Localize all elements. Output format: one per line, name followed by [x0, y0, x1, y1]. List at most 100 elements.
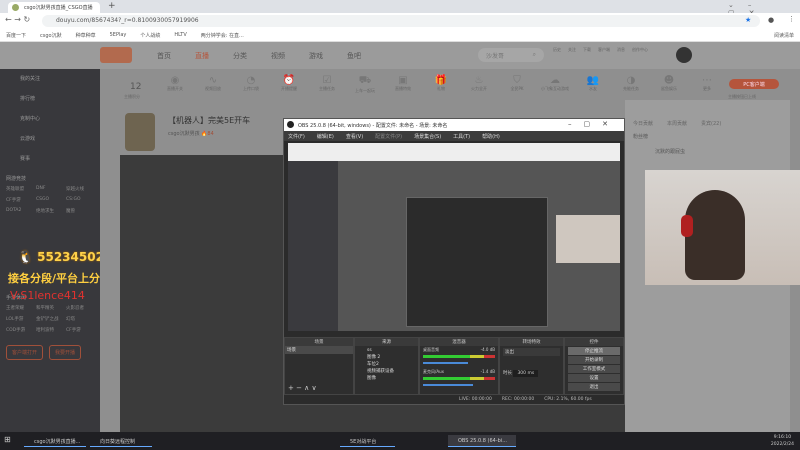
follow-button[interactable]: 关注 [568, 47, 576, 53]
new-tab-icon[interactable]: + [108, 1, 116, 11]
bookmark[interactable]: 个人战绩 [140, 32, 160, 39]
scene-add-remove-icons[interactable]: + − ∧ ∨ [288, 384, 317, 392]
game-link[interactable]: LOL手游 [6, 316, 34, 322]
source-item[interactable]: 视频捕获设备 [367, 368, 418, 375]
search-input[interactable]: 沙发哥 ⌕ [478, 48, 544, 62]
room-tool-button[interactable]: ♨ 火力全开 [464, 75, 494, 94]
user-avatar[interactable] [676, 47, 692, 63]
source-item[interactable]: 车位2 [367, 361, 418, 368]
game-link[interactable]: CS:GO [66, 197, 94, 203]
game-link[interactable]: 幻塔 [66, 316, 94, 322]
obs-menu-item[interactable]: 文件(F) [288, 133, 305, 140]
transition-select[interactable]: 淡出 [503, 348, 560, 356]
room-tool-button[interactable]: 🎁 礼物 [426, 75, 456, 94]
bookmark[interactable]: 种草种草 [76, 32, 96, 39]
nav-yuba[interactable]: 鱼吧 [347, 51, 361, 61]
streamer-name[interactable]: csgo沉默男孩 [168, 131, 200, 137]
studio-mode-button[interactable]: 工作室模式 [568, 365, 620, 373]
messages-button[interactable]: 消息 [617, 47, 625, 53]
pc-client-button[interactable]: PC客户端 [729, 79, 779, 89]
game-link[interactable]: COD手游 [6, 327, 34, 333]
rank-tab[interactable]: 贵宾(22) [701, 120, 721, 127]
game-link[interactable]: 哈利波特 [36, 327, 64, 333]
client-button[interactable]: 客户端 [598, 47, 610, 53]
url-input[interactable]: douyu.com/8567434?_r=0.8100930057919906 [42, 15, 760, 27]
game-link[interactable]: DNF [36, 186, 64, 192]
room-tool-button[interactable]: ▣ 直播特效 [388, 75, 418, 94]
clock-date[interactable]: 2022/2/24 [771, 441, 794, 448]
obs-preview[interactable] [288, 143, 620, 331]
settings-button[interactable]: 设置 [568, 374, 620, 382]
nav-home[interactable]: 首页 [157, 51, 171, 61]
room-tool-button[interactable]: ⛉ 全民PK [502, 75, 532, 94]
stop-streaming-button[interactable]: 停止推流 [568, 347, 620, 355]
room-tool-button[interactable]: ☁ 小飞象互动游戏 [540, 75, 570, 94]
obs-menu-item[interactable]: 场景集合(S) [414, 133, 441, 140]
rank-user[interactable]: 沉默的跟屁虫 [625, 146, 790, 157]
start-icon[interactable]: ⊞ [4, 435, 11, 447]
browser-tab[interactable]: csgo沉默男孩直播_CSGO直播 [8, 2, 100, 13]
bookmark[interactable]: 两分钟学会: 在直... [201, 32, 244, 39]
source-item[interactable]: 图像 [367, 375, 418, 382]
sidebar-item-esports[interactable]: 赛事 [0, 149, 100, 169]
clock-time[interactable]: 9:16:10 [771, 434, 794, 441]
start-live-button[interactable]: 我要开播 [49, 345, 82, 360]
game-link[interactable]: 英雄联盟 [6, 186, 34, 192]
game-link[interactable]: 和平精英 [36, 305, 64, 311]
nav-category[interactable]: 分类 [233, 51, 247, 61]
menu-icon[interactable]: ⋮ [788, 15, 795, 23]
scene-item[interactable]: 场景 [285, 346, 353, 354]
room-tool-button[interactable]: ☻ 鲨鱼娱乐 [654, 75, 684, 94]
rank-tab[interactable]: 今日贡献 [633, 120, 653, 127]
game-link[interactable]: CSGO [36, 197, 64, 203]
sidebar-item-rank[interactable]: 排行榜 [0, 89, 100, 109]
taskbar-5e[interactable]: 5E对战平台 [340, 435, 395, 447]
taskbar-sunlogin[interactable]: 向日葵远程控制 [90, 435, 152, 447]
volume-slider[interactable] [423, 362, 468, 364]
obs-menu-item[interactable]: 编辑(E) [317, 133, 334, 140]
search-icon[interactable]: ⌕ [533, 51, 536, 59]
download-button[interactable]: 下载 [583, 47, 591, 53]
room-tool-button[interactable]: ⏰ 开播提醒 [274, 75, 304, 94]
sidebar-item-follow[interactable]: 我的关注 [0, 69, 100, 89]
exit-button[interactable]: 退出 [568, 383, 620, 391]
game-link[interactable]: 王者荣耀 [6, 305, 34, 311]
room-tool-button[interactable]: ☑ 主播任务 [312, 75, 342, 94]
room-tool-button[interactable]: ⋯ 更多 [692, 75, 722, 94]
rank-tab[interactable]: 本周贡献 [667, 120, 687, 127]
duration-input[interactable]: 300 ms [513, 370, 539, 377]
nav-live[interactable]: 直播 [195, 51, 209, 61]
obs-menu-item[interactable]: 帮助(H) [482, 133, 500, 140]
game-link[interactable]: 魔兽 [66, 208, 94, 214]
obs-window-controls[interactable]: –▢✕ [568, 120, 620, 128]
room-tool-button[interactable]: 👥 水友 [578, 75, 608, 94]
room-tool-button[interactable]: ◉ 直播开关 [160, 75, 190, 94]
bookmark[interactable]: 百度一下 [6, 32, 26, 39]
room-tool-button[interactable]: ◑ 充能任务 [616, 75, 646, 94]
source-item[interactable]: ss [367, 347, 418, 354]
room-tool-button[interactable]: ◔ 上传口袋 [236, 75, 266, 94]
game-link[interactable]: 金铲铲之战 [36, 316, 64, 322]
room-tool-button[interactable]: ⛟ 上车一起玩 [350, 75, 380, 94]
obs-menu-item[interactable]: 工具(T) [453, 133, 470, 140]
game-link[interactable]: 穿越火线 [66, 186, 94, 192]
bookmark[interactable]: 5EPlay [110, 32, 127, 39]
reading-list[interactable]: 阅读清单 [774, 32, 794, 39]
game-link[interactable]: 火影忍者 [66, 305, 94, 311]
game-link[interactable]: CF手游 [66, 327, 94, 333]
bookmark[interactable]: HLTV [174, 32, 186, 39]
taskbar-obs[interactable]: OBS 25.0.8 (64-bi... [448, 435, 516, 447]
nav-game[interactable]: 游戏 [309, 51, 323, 61]
sidebar-item-center[interactable]: 克制中心 [0, 109, 100, 129]
open-client-button[interactable]: 客户端打开 [6, 345, 44, 360]
sidebar-item-cloud-game[interactable]: 云游戏 [0, 129, 100, 149]
nav-back-forward-reload-icons[interactable]: ← → ↻ [5, 15, 30, 24]
creator-button[interactable]: 创作中心 [632, 47, 648, 53]
history-button[interactable]: 历史 [553, 47, 561, 53]
star-icon[interactable]: ★ [745, 16, 751, 24]
bookmark[interactable]: csgo沉默 [40, 32, 62, 39]
douyu-logo[interactable] [100, 47, 132, 63]
game-link[interactable]: DOTA2 [6, 208, 34, 214]
streamer-avatar[interactable] [125, 113, 155, 151]
nav-video[interactable]: 视频 [271, 51, 285, 61]
